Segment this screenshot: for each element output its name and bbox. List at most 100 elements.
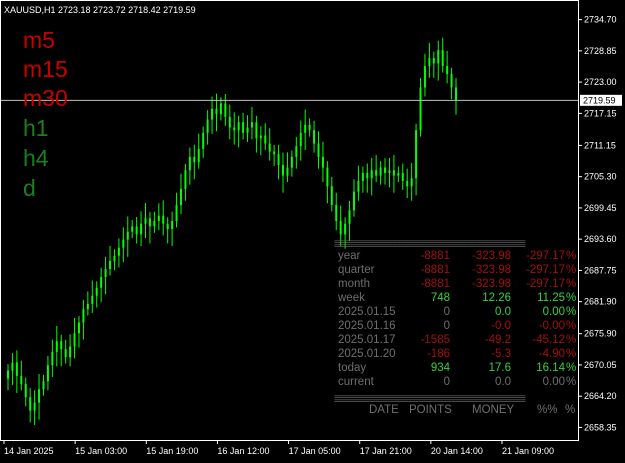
candle	[352, 179, 355, 217]
candle	[348, 200, 351, 241]
candle	[304, 109, 307, 150]
candle	[384, 158, 387, 185]
candle	[299, 120, 302, 161]
candle	[215, 93, 218, 132]
candle	[193, 144, 196, 180]
candle	[295, 136, 298, 169]
price-tick-label: 2693.60	[584, 234, 617, 244]
candle	[117, 238, 120, 268]
candle	[51, 339, 54, 377]
time-tick-label: 15 Jan 19:00	[146, 446, 198, 456]
stats-footer-pct: %%	[537, 404, 558, 416]
candle	[428, 42, 431, 78]
timeframe-h1: h1	[23, 115, 49, 141]
candle	[184, 163, 187, 201]
stats-percent: -297.17	[525, 264, 565, 276]
timeframe-m5: m5	[23, 27, 55, 53]
price-tick-label: 2728.85	[584, 46, 617, 56]
stats-footer-sign: %	[565, 404, 576, 416]
stats-money: -323.98	[471, 264, 511, 276]
stats-label: week	[338, 292, 365, 304]
stats-sign: %	[566, 376, 577, 388]
stats-percent: -297.17	[525, 278, 565, 290]
time-tick-label: 17 Jan 21:00	[360, 446, 412, 456]
stats-label: current	[338, 376, 374, 388]
stats-label: 2025.01.15	[338, 306, 396, 318]
candle	[268, 128, 271, 161]
candle	[388, 157, 391, 188]
stats-sign: %	[566, 306, 577, 318]
candle	[455, 78, 457, 115]
candle	[375, 155, 378, 183]
stats-percent: -0.00	[538, 320, 565, 332]
candle	[273, 145, 276, 166]
stats-points: 0	[443, 320, 450, 332]
candle	[406, 168, 409, 199]
svg-text:2719.59: 2719.59	[583, 95, 616, 105]
candle	[313, 120, 316, 153]
stats-percent: -4.90	[538, 348, 565, 360]
stats-points: -8881	[420, 250, 450, 262]
candle	[432, 51, 435, 78]
candle	[188, 147, 191, 185]
candle	[33, 390, 36, 426]
stats-sign: %	[566, 292, 577, 304]
candle	[166, 217, 169, 244]
candle	[379, 161, 382, 185]
stats-points: 748	[430, 292, 450, 304]
candle	[113, 249, 116, 271]
candle	[357, 165, 360, 201]
candle	[179, 173, 182, 215]
candle	[206, 110, 209, 145]
timeframe-m15: m15	[23, 56, 68, 82]
chart-title: XAUUSD,H1 2723.18 2723.72 2718.42 2719.5…	[4, 5, 196, 15]
stats-money: -323.98	[471, 250, 511, 262]
candle	[233, 112, 236, 145]
stats-label: 2025.01.16	[338, 320, 396, 332]
stats-money: -0.0	[491, 320, 511, 332]
stats-footer-date: DATE	[369, 404, 399, 416]
candle	[73, 317, 76, 359]
candle	[135, 216, 138, 244]
stats-points: -8881	[420, 264, 450, 276]
stats-points: -8881	[420, 278, 450, 290]
price-axis: 2734.70 2728.85 2723.00 2717.15 2711.15 2705.…	[578, 15, 617, 432]
candle	[131, 219, 134, 239]
candle	[95, 281, 98, 308]
candle	[15, 350, 18, 393]
stats-label: quarter	[338, 264, 375, 276]
price-tick-label: 2658.35	[584, 422, 617, 432]
time-axis: 14 Jan 2025 15 Jan 03:00 15 Jan 19:00 16 Ja…	[3, 440, 554, 456]
candle	[437, 40, 440, 81]
candle	[24, 377, 27, 407]
candle	[419, 78, 422, 137]
price-tick-label: 2734.70	[584, 15, 617, 25]
candle	[29, 387, 32, 423]
price-tick-label: 2699.45	[584, 203, 617, 213]
candle	[140, 211, 143, 247]
candle	[326, 161, 329, 204]
stats-percent: -297.17	[525, 250, 565, 262]
time-tick-label: 21 Jan 09:00	[502, 446, 554, 456]
stats-points: -186	[426, 348, 450, 360]
stats-money: 12.26	[482, 292, 511, 304]
price-tick-label: 2681.90	[584, 297, 617, 307]
price-tick-label: 2717.15	[584, 108, 617, 118]
stats-sign: %	[566, 362, 577, 374]
stats-footer-points: POINTS	[409, 404, 452, 416]
candle	[224, 94, 227, 126]
candle	[446, 50, 449, 84]
price-tick-label: 2711.15	[584, 140, 616, 150]
candle	[211, 96, 214, 134]
candle	[361, 166, 364, 193]
stats-points: 934	[430, 362, 450, 374]
candle	[91, 280, 94, 313]
candles-group	[7, 37, 457, 426]
stats-sign: %	[566, 348, 577, 360]
stats-label: month	[338, 278, 370, 290]
candle	[415, 123, 418, 196]
candle	[441, 37, 444, 73]
candle	[202, 126, 205, 158]
candle	[126, 216, 129, 257]
candle	[237, 115, 240, 148]
